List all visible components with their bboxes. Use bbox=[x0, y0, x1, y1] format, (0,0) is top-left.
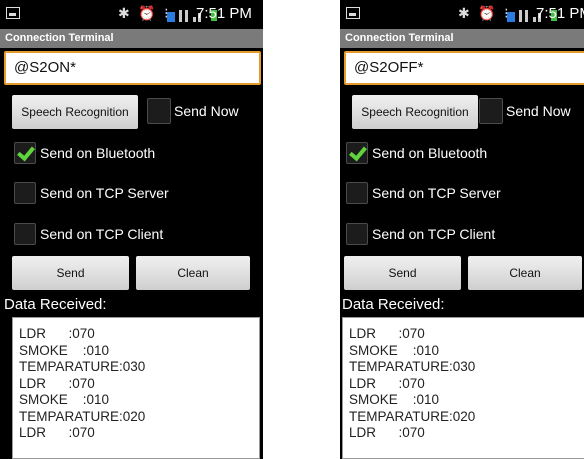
bluetooth-checkbox[interactable] bbox=[346, 142, 368, 164]
received-data-box[interactable]: LDR :070 SMOKE :010 TEMPARATURE:030 LDR … bbox=[12, 317, 260, 459]
send-button[interactable]: Send bbox=[344, 256, 461, 290]
send-now-checkbox[interactable] bbox=[479, 98, 503, 124]
list-item: TEMPARATURE:030 bbox=[19, 359, 146, 374]
send-button[interactable]: Send bbox=[12, 256, 129, 290]
list-item: LDR :070 bbox=[19, 326, 95, 341]
list-item: TEMPARATURE:030 bbox=[349, 359, 476, 374]
list-item: LDR :070 bbox=[349, 375, 425, 391]
phone-screen-left: ✱ ⏰ ⁝ 7:51 PM Connection Terminal @S2ON*… bbox=[0, 0, 263, 459]
list-item: LDR :070 bbox=[19, 425, 95, 440]
clean-button[interactable]: Clean bbox=[136, 256, 250, 290]
tcp-client-checkbox[interactable] bbox=[14, 223, 36, 245]
tcp-client-label: Send on TCP Client bbox=[40, 226, 164, 242]
list-item: SMOKE :010 bbox=[349, 342, 440, 358]
list-item: SMOKE :010 bbox=[19, 342, 110, 358]
command-input[interactable]: @S2ON* bbox=[4, 51, 261, 85]
list-item: LDR :070 bbox=[349, 326, 425, 341]
status-bar: ✱ ⏰ ⁝ 7:51 PM bbox=[0, 0, 263, 29]
bluetooth-checkbox[interactable] bbox=[14, 142, 36, 164]
status-bar: ✱ ⏰ ⁝ 7:51 PM bbox=[340, 0, 584, 29]
list-item: LDR :070 bbox=[349, 425, 425, 440]
phone-screen-right: ✱ ⏰ ⁝ 7:51 PM Connection Terminal @S2OFF… bbox=[340, 0, 584, 459]
send-now-label: Send Now bbox=[174, 103, 239, 119]
list-item: SMOKE :010 bbox=[19, 392, 110, 407]
data-received-label: Data Received: bbox=[342, 296, 445, 313]
speech-recognition-button[interactable]: Speech Recognition bbox=[12, 95, 138, 129]
command-input[interactable]: @S2OFF* bbox=[344, 51, 584, 85]
bluetooth-label: Send on Bluetooth bbox=[40, 145, 156, 161]
list-item: TEMPARATURE:020 bbox=[349, 408, 476, 424]
tcp-server-checkbox[interactable] bbox=[14, 182, 36, 204]
list-item: SMOKE :010 bbox=[349, 392, 440, 407]
send-now-checkbox[interactable] bbox=[147, 98, 171, 124]
list-item: TEMPARATURE:020 bbox=[19, 408, 146, 424]
app-title: Connection Terminal bbox=[0, 29, 263, 48]
clean-button[interactable]: Clean bbox=[468, 256, 582, 290]
status-time: 7:51 PM bbox=[536, 5, 584, 22]
list-item: LDR :070 bbox=[19, 375, 95, 391]
speech-recognition-button[interactable]: Speech Recognition bbox=[352, 95, 478, 129]
send-now-label: Send Now bbox=[506, 103, 571, 119]
screenshot-icon bbox=[346, 7, 360, 19]
tcp-server-label: Send on TCP Server bbox=[372, 185, 501, 201]
status-time: 7:51 PM bbox=[196, 5, 252, 22]
screenshot-icon bbox=[6, 7, 20, 19]
tcp-client-checkbox[interactable] bbox=[346, 223, 368, 245]
tcp-client-label: Send on TCP Client bbox=[372, 226, 496, 242]
received-data-box[interactable]: LDR :070 SMOKE :010 TEMPARATURE:030 LDR … bbox=[342, 317, 584, 459]
tcp-server-checkbox[interactable] bbox=[346, 182, 368, 204]
data-received-label: Data Received: bbox=[4, 296, 107, 313]
app-title: Connection Terminal bbox=[340, 29, 584, 48]
bluetooth-label: Send on Bluetooth bbox=[372, 145, 488, 161]
tcp-server-label: Send on TCP Server bbox=[40, 185, 169, 201]
